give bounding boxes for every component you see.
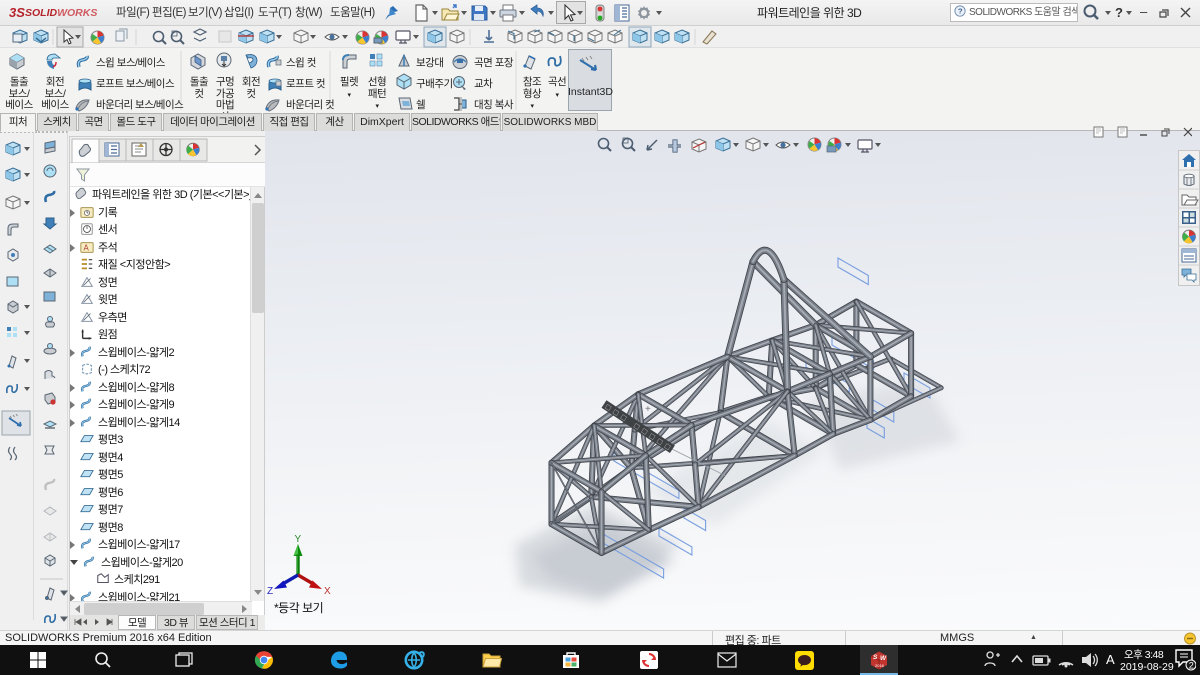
svg-text:W: W (880, 655, 887, 662)
svg-text:+: + (645, 404, 651, 415)
svg-text:Z: Z (267, 586, 273, 597)
svg-text:2: 2 (1189, 661, 1194, 671)
svg-text:S: S (873, 654, 878, 661)
svg-text:SOLIDWORKS: SOLIDWORKS (25, 7, 97, 19)
svg-text:Y: Y (295, 534, 302, 545)
svg-text:?: ? (958, 7, 963, 16)
svg-text:A: A (84, 243, 90, 252)
svg-text:2016: 2016 (875, 663, 885, 668)
svg-text:X: X (324, 586, 331, 597)
svg-text:오후 3:48: 오후 3:48 (1124, 649, 1164, 661)
svg-text:A: A (1106, 652, 1115, 667)
svg-text:3S: 3S (9, 5, 25, 20)
svg-text:2019-08-29: 2019-08-29 (1120, 661, 1174, 673)
